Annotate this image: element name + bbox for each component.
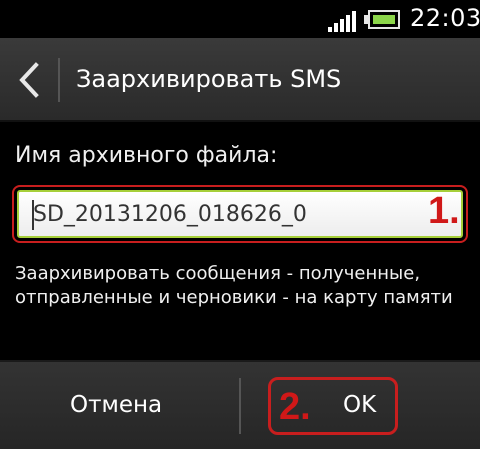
status-time: 22:03 (410, 4, 480, 32)
title-divider (58, 58, 60, 102)
filename-value: SD_20131206_018626_0 (33, 202, 307, 227)
status-bar: 22:03 (0, 0, 480, 38)
archive-description: Заархивировать сообщения - полученные, о… (15, 263, 453, 308)
button-bar: Отмена 2. OK (0, 360, 480, 449)
back-button[interactable] (0, 38, 58, 122)
cancel-button-label: Отмена (70, 392, 163, 418)
ok-button[interactable]: 2. OK (241, 362, 480, 449)
cancel-button[interactable]: Отмена (0, 362, 240, 449)
title-bar: Заархивировать SMS (0, 38, 480, 122)
battery-icon (364, 10, 400, 29)
signal-icon (328, 8, 358, 32)
back-chevron-icon (19, 62, 39, 98)
step-2-annotation: 2. (279, 386, 311, 428)
filename-highlight-frame: SD_20131206_018626_0 1. (12, 185, 468, 243)
page-title: Заархивировать SMS (76, 65, 342, 93)
filename-label: Имя архивного файла: (15, 143, 278, 168)
filename-input[interactable]: SD_20131206_018626_0 (17, 190, 463, 238)
step-1-annotation: 1. (428, 190, 460, 232)
screen: 22:03 Заархивировать SMS Имя архивного ф… (0, 0, 480, 449)
ok-button-label: OK (343, 392, 377, 418)
dialog-content: Имя архивного файла: SD_20131206_018626_… (0, 124, 480, 360)
